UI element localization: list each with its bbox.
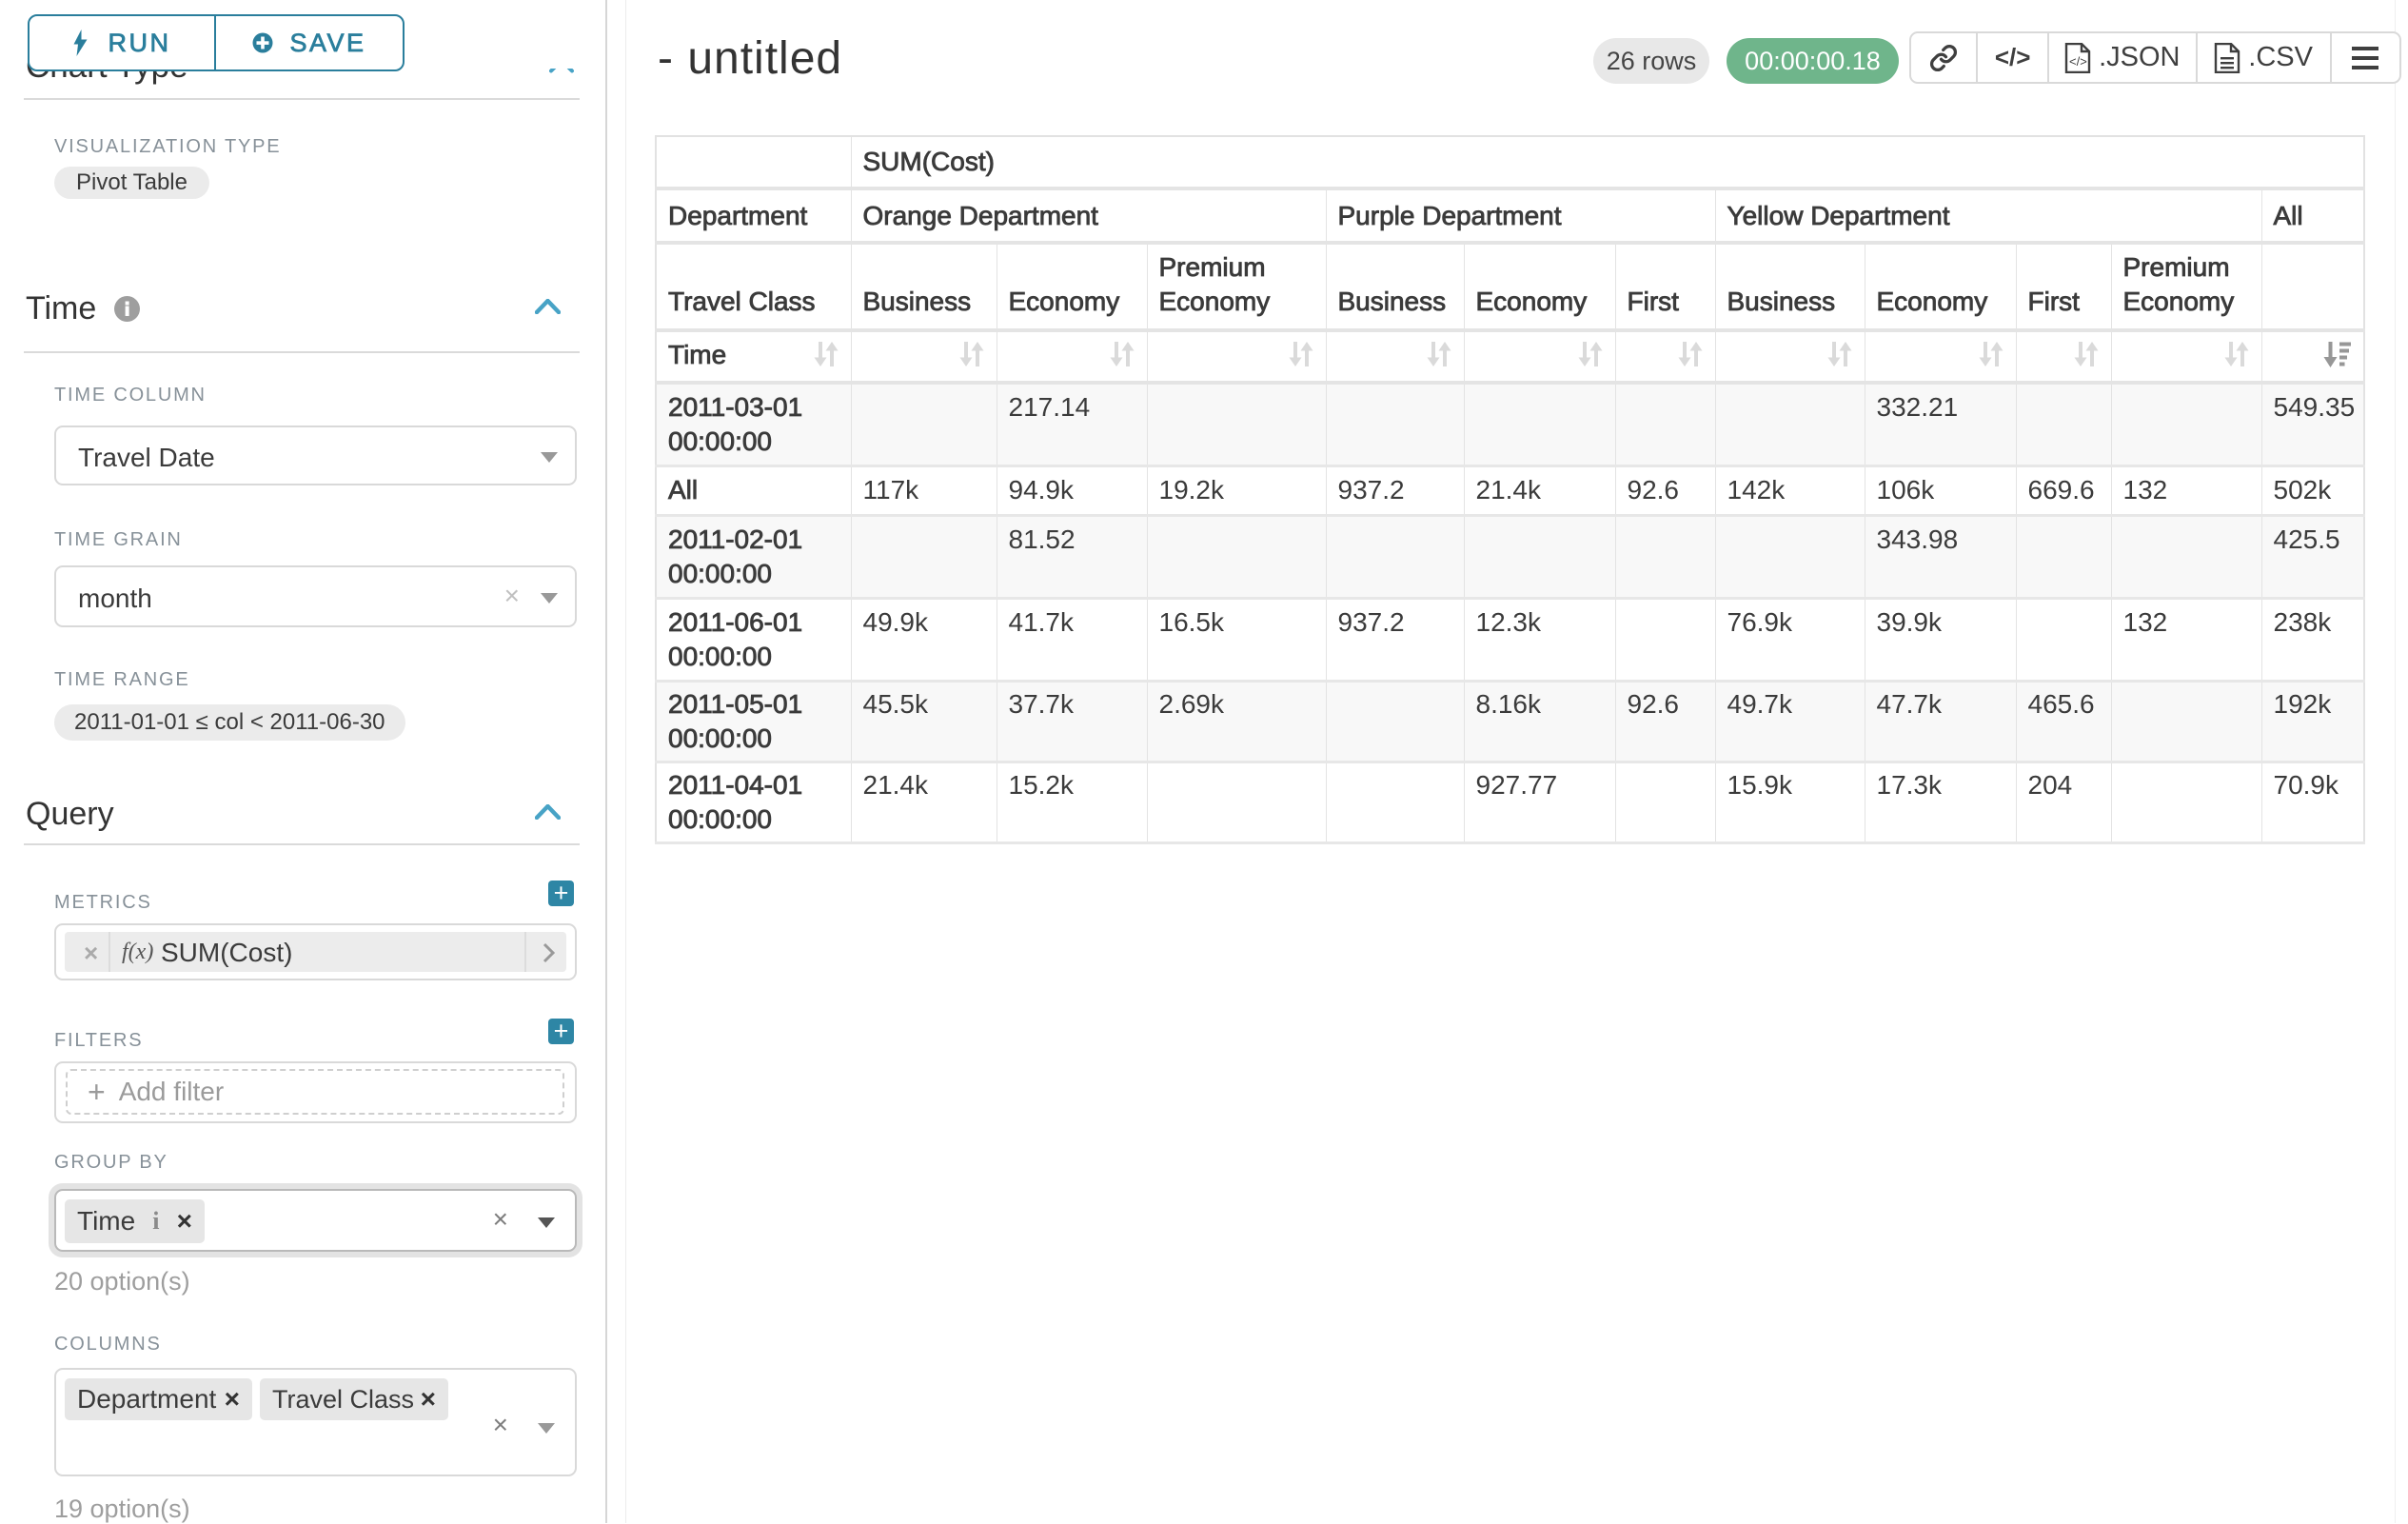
svg-text:</>: </> (2069, 54, 2087, 69)
